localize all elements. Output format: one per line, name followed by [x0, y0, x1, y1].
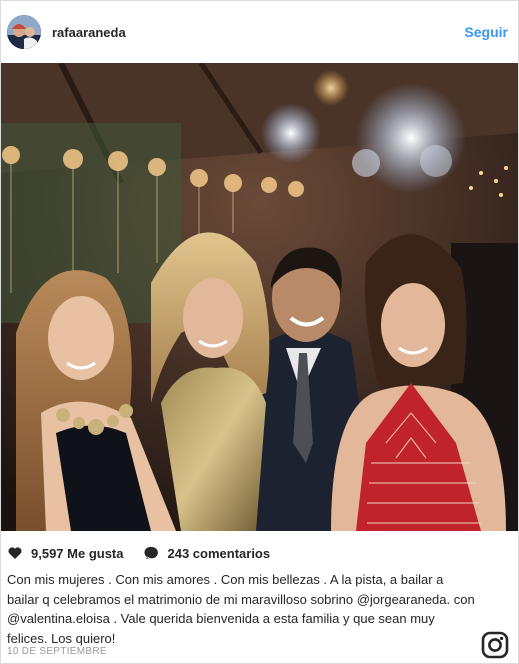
- follow-button[interactable]: Seguir: [464, 24, 508, 40]
- post-caption: Con mis mujeres . Con mis amores . Con m…: [7, 570, 477, 648]
- post-photo[interactable]: [1, 63, 518, 531]
- username-link[interactable]: rafaaraneda: [52, 25, 126, 41]
- caption-text: . con: [446, 591, 475, 607]
- comment-bubble-icon[interactable]: [143, 545, 160, 561]
- post-header: rafaaraneda Seguir: [1, 1, 518, 63]
- avatar[interactable]: [7, 15, 41, 49]
- mention-link[interactable]: @jorgearaneda: [357, 592, 447, 607]
- heart-icon[interactable]: [7, 545, 23, 561]
- likes-count[interactable]: 9,597 Me gusta: [31, 546, 124, 561]
- comments-count[interactable]: 243 comentarios: [168, 546, 271, 561]
- instagram-post: rafaaraneda Seguir 9,597 Me gusta 243 co…: [0, 0, 519, 664]
- post-stats: 9,597 Me gusta 243 comentarios: [7, 544, 270, 562]
- post-timestamp[interactable]: 10 DE SEPTIEMBRE: [7, 646, 107, 658]
- instagram-logo-icon[interactable]: [481, 631, 509, 659]
- mention-link[interactable]: @valentina.eloisa: [7, 611, 110, 626]
